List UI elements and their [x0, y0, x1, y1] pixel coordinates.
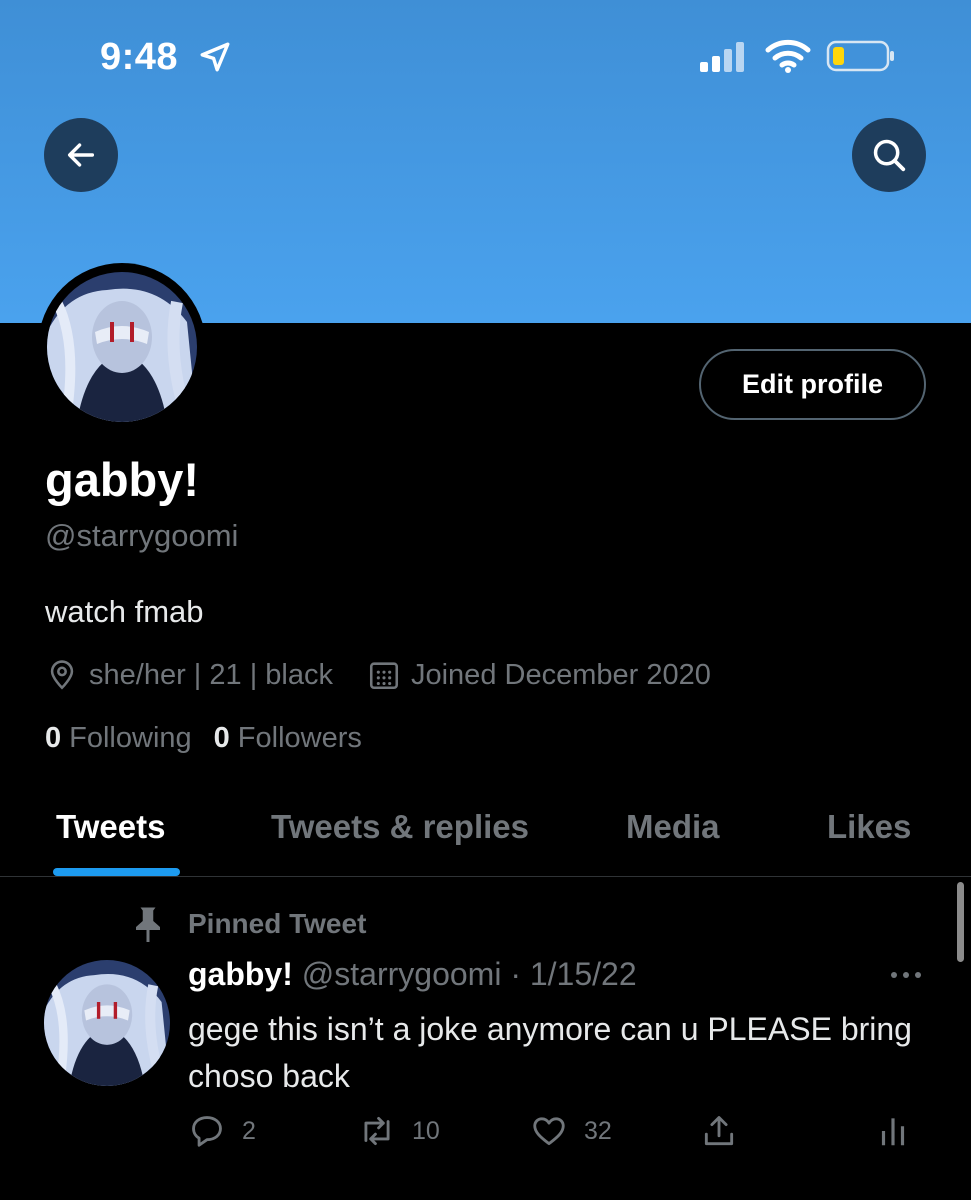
retweet-icon: [364, 1116, 390, 1146]
calendar-icon: [369, 662, 399, 690]
profile-meta: she/her | 21 | black Joined December 202…: [45, 655, 711, 695]
avatar-image: [47, 272, 197, 422]
followers-label: Followers: [237, 722, 362, 754]
following-link[interactable]: 0 Following: [45, 722, 192, 755]
profile-avatar[interactable]: [38, 263, 206, 431]
heart-icon: [533, 1117, 565, 1146]
tweet-date[interactable]: 1/15/22: [530, 956, 637, 992]
reply-icon: [192, 1116, 222, 1147]
more-options-icon[interactable]: [886, 960, 926, 990]
status-time: 9:48: [100, 36, 179, 78]
active-tab-indicator: [53, 868, 180, 876]
followers-count: 0: [213, 722, 230, 754]
pinned-text: Pinned Tweet: [188, 908, 367, 939]
display-name: gabby!: [45, 453, 200, 506]
tab-tweets[interactable]: Tweets: [56, 808, 165, 846]
like-count: 32: [584, 1116, 612, 1145]
user-handle: @starrygoomi: [45, 518, 239, 553]
pinned-tweet-label: Pinned Tweet: [130, 904, 366, 944]
tweet-author-avatar[interactable]: [44, 960, 170, 1086]
arrow-left-icon: [67, 143, 95, 167]
battery-low-icon: [826, 40, 894, 72]
tab-tweets-replies[interactable]: Tweets & replies: [271, 808, 529, 846]
tweet-header: gabby! @starrygoomi · 1/15/22: [188, 956, 637, 993]
back-button[interactable]: [44, 118, 118, 192]
edit-profile-button[interactable]: Edit profile: [699, 349, 926, 420]
retweet-button[interactable]: 10: [358, 1112, 440, 1150]
tweet-actions: 2 10 32: [188, 1112, 928, 1156]
analytics-icon: [881, 1118, 905, 1146]
share-button[interactable]: [700, 1112, 754, 1150]
reply-count: 2: [242, 1116, 256, 1145]
profile-bio: watch fmab: [45, 594, 204, 629]
following-count: 0: [45, 722, 62, 754]
cellular-signal-icon: [700, 42, 744, 72]
profile-tabs: Tweets Tweets & replies Media Likes: [0, 790, 971, 877]
share-icon: [704, 1116, 734, 1146]
joined-date: Joined December 2020: [410, 658, 711, 691]
tab-likes[interactable]: Likes: [827, 808, 911, 846]
location-pin-icon: [50, 660, 74, 690]
follow-stats: 0 Following 0 Followers: [45, 722, 384, 755]
search-icon: [873, 139, 906, 172]
location-arrow-icon: [200, 42, 230, 72]
location-text: she/her | 21 | black: [89, 658, 333, 691]
tweet-separator: ·: [501, 956, 530, 992]
pin-icon: [136, 907, 160, 942]
following-label: Following: [69, 722, 192, 754]
reply-button[interactable]: 2: [188, 1112, 256, 1150]
analytics-button[interactable]: [874, 1112, 928, 1150]
tweet-author-name[interactable]: gabby!: [188, 956, 293, 992]
scrollbar[interactable]: [957, 882, 964, 962]
followers-link[interactable]: 0 Followers: [214, 722, 362, 755]
like-button[interactable]: 32: [530, 1112, 612, 1150]
tweet-author-handle[interactable]: @starrygoomi: [302, 956, 502, 992]
tweet-text: gege this isn’t a joke anymore can u PLE…: [188, 1011, 912, 1094]
search-button[interactable]: [852, 118, 926, 192]
wifi-icon: [765, 39, 811, 73]
tab-media[interactable]: Media: [626, 808, 720, 846]
retweet-count: 10: [412, 1116, 440, 1145]
